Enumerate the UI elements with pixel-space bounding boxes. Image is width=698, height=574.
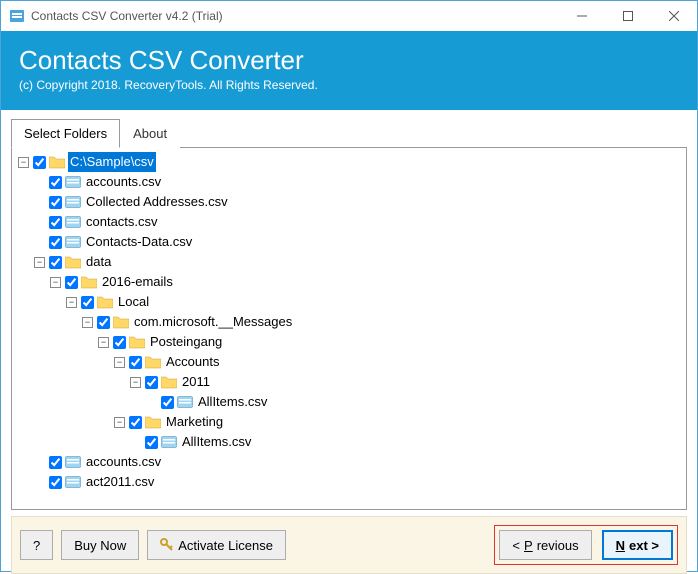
tree-node[interactable]: AllItems.csv bbox=[14, 432, 684, 452]
folder-tree[interactable]: −C:\Sample\csvaccounts.csvCollected Addr… bbox=[12, 148, 686, 509]
header: Contacts CSV Converter (c) Copyright 201… bbox=[1, 31, 697, 110]
node-checkbox[interactable] bbox=[145, 376, 158, 389]
node-checkbox[interactable] bbox=[145, 436, 158, 449]
expand-toggle[interactable]: − bbox=[34, 257, 45, 268]
node-label: AllItems.csv bbox=[180, 432, 253, 452]
node-label: 2011 bbox=[180, 372, 212, 392]
node-checkbox[interactable] bbox=[49, 456, 62, 469]
node-checkbox[interactable] bbox=[49, 236, 62, 249]
node-checkbox[interactable] bbox=[161, 396, 174, 409]
tree-node[interactable]: − Marketing bbox=[14, 412, 684, 432]
node-checkbox[interactable] bbox=[129, 356, 142, 369]
node-label: AllItems.csv bbox=[196, 392, 269, 412]
node-checkbox[interactable] bbox=[49, 196, 62, 209]
node-checkbox[interactable] bbox=[113, 336, 126, 349]
node-label: accounts.csv bbox=[84, 452, 163, 472]
expand-toggle[interactable]: − bbox=[18, 157, 29, 168]
tree-node[interactable]: − 2011 bbox=[14, 372, 684, 392]
activate-license-button[interactable]: Activate License bbox=[147, 530, 286, 560]
tree-node[interactable]: Contacts-Data.csv bbox=[14, 232, 684, 252]
node-checkbox[interactable] bbox=[33, 156, 46, 169]
node-label: com.microsoft.__Messages bbox=[132, 312, 294, 332]
node-checkbox[interactable] bbox=[49, 256, 62, 269]
tab-about[interactable]: About bbox=[120, 119, 180, 148]
tree-node[interactable]: contacts.csv bbox=[14, 212, 684, 232]
tree-node[interactable]: − com.microsoft.__Messages bbox=[14, 312, 684, 332]
expand-toggle[interactable]: − bbox=[98, 337, 109, 348]
node-label: act2011.csv bbox=[84, 472, 156, 492]
node-label: Posteingang bbox=[148, 332, 224, 352]
node-checkbox[interactable] bbox=[49, 176, 62, 189]
tree-node[interactable]: − Accounts bbox=[14, 352, 684, 372]
app-icon bbox=[9, 8, 25, 24]
next-button[interactable]: Next > bbox=[602, 530, 673, 560]
node-checkbox[interactable] bbox=[81, 296, 94, 309]
node-label: 2016-emails bbox=[100, 272, 175, 292]
node-label: accounts.csv bbox=[84, 172, 163, 192]
minimize-button[interactable] bbox=[559, 1, 605, 31]
tree-panel: −C:\Sample\csvaccounts.csvCollected Addr… bbox=[11, 148, 687, 510]
nav-button-group: < Previous Next > bbox=[494, 525, 678, 565]
window-title: Contacts CSV Converter v4.2 (Trial) bbox=[31, 9, 559, 23]
node-label: Accounts bbox=[164, 352, 221, 372]
node-label: Marketing bbox=[164, 412, 225, 432]
node-label: data bbox=[84, 252, 113, 272]
titlebar: Contacts CSV Converter v4.2 (Trial) bbox=[1, 1, 697, 31]
node-label: Local bbox=[116, 292, 151, 312]
node-label: C:\Sample\csv bbox=[68, 152, 156, 172]
app-title: Contacts CSV Converter bbox=[19, 45, 679, 76]
expand-toggle[interactable]: − bbox=[82, 317, 93, 328]
expand-toggle[interactable]: − bbox=[130, 377, 141, 388]
close-button[interactable] bbox=[651, 1, 697, 31]
copyright: (c) Copyright 2018. RecoveryTools. All R… bbox=[19, 78, 679, 92]
tree-node[interactable]: − data bbox=[14, 252, 684, 272]
footer: ? Buy Now Activate License < Previous Ne… bbox=[11, 516, 687, 574]
activate-label: Activate License bbox=[178, 538, 273, 553]
tree-node[interactable]: act2011.csv bbox=[14, 472, 684, 492]
node-checkbox[interactable] bbox=[49, 476, 62, 489]
node-label: Contacts-Data.csv bbox=[84, 232, 194, 252]
tree-node[interactable]: − Local bbox=[14, 292, 684, 312]
tree-node[interactable]: accounts.csv bbox=[14, 172, 684, 192]
tab-bar: Select Folders About bbox=[11, 118, 687, 148]
tree-node[interactable]: accounts.csv bbox=[14, 452, 684, 472]
node-checkbox[interactable] bbox=[65, 276, 78, 289]
help-button[interactable]: ? bbox=[20, 530, 53, 560]
tree-node[interactable]: AllItems.csv bbox=[14, 392, 684, 412]
key-icon bbox=[160, 538, 174, 552]
buy-now-button[interactable]: Buy Now bbox=[61, 530, 139, 560]
expand-toggle[interactable]: − bbox=[114, 357, 125, 368]
node-label: Collected Addresses.csv bbox=[84, 192, 230, 212]
expand-toggle[interactable]: − bbox=[114, 417, 125, 428]
expand-toggle[interactable]: − bbox=[50, 277, 61, 288]
node-checkbox[interactable] bbox=[129, 416, 142, 429]
tab-select-folders[interactable]: Select Folders bbox=[11, 119, 120, 148]
tree-node[interactable]: Collected Addresses.csv bbox=[14, 192, 684, 212]
node-checkbox[interactable] bbox=[97, 316, 110, 329]
tree-node[interactable]: − 2016-emails bbox=[14, 272, 684, 292]
expand-toggle[interactable]: − bbox=[66, 297, 77, 308]
tree-node[interactable]: − Posteingang bbox=[14, 332, 684, 352]
maximize-button[interactable] bbox=[605, 1, 651, 31]
node-checkbox[interactable] bbox=[49, 216, 62, 229]
node-label: contacts.csv bbox=[84, 212, 160, 232]
tree-node[interactable]: − C:\Sample\csv bbox=[14, 152, 684, 172]
previous-button[interactable]: < Previous bbox=[499, 530, 591, 560]
